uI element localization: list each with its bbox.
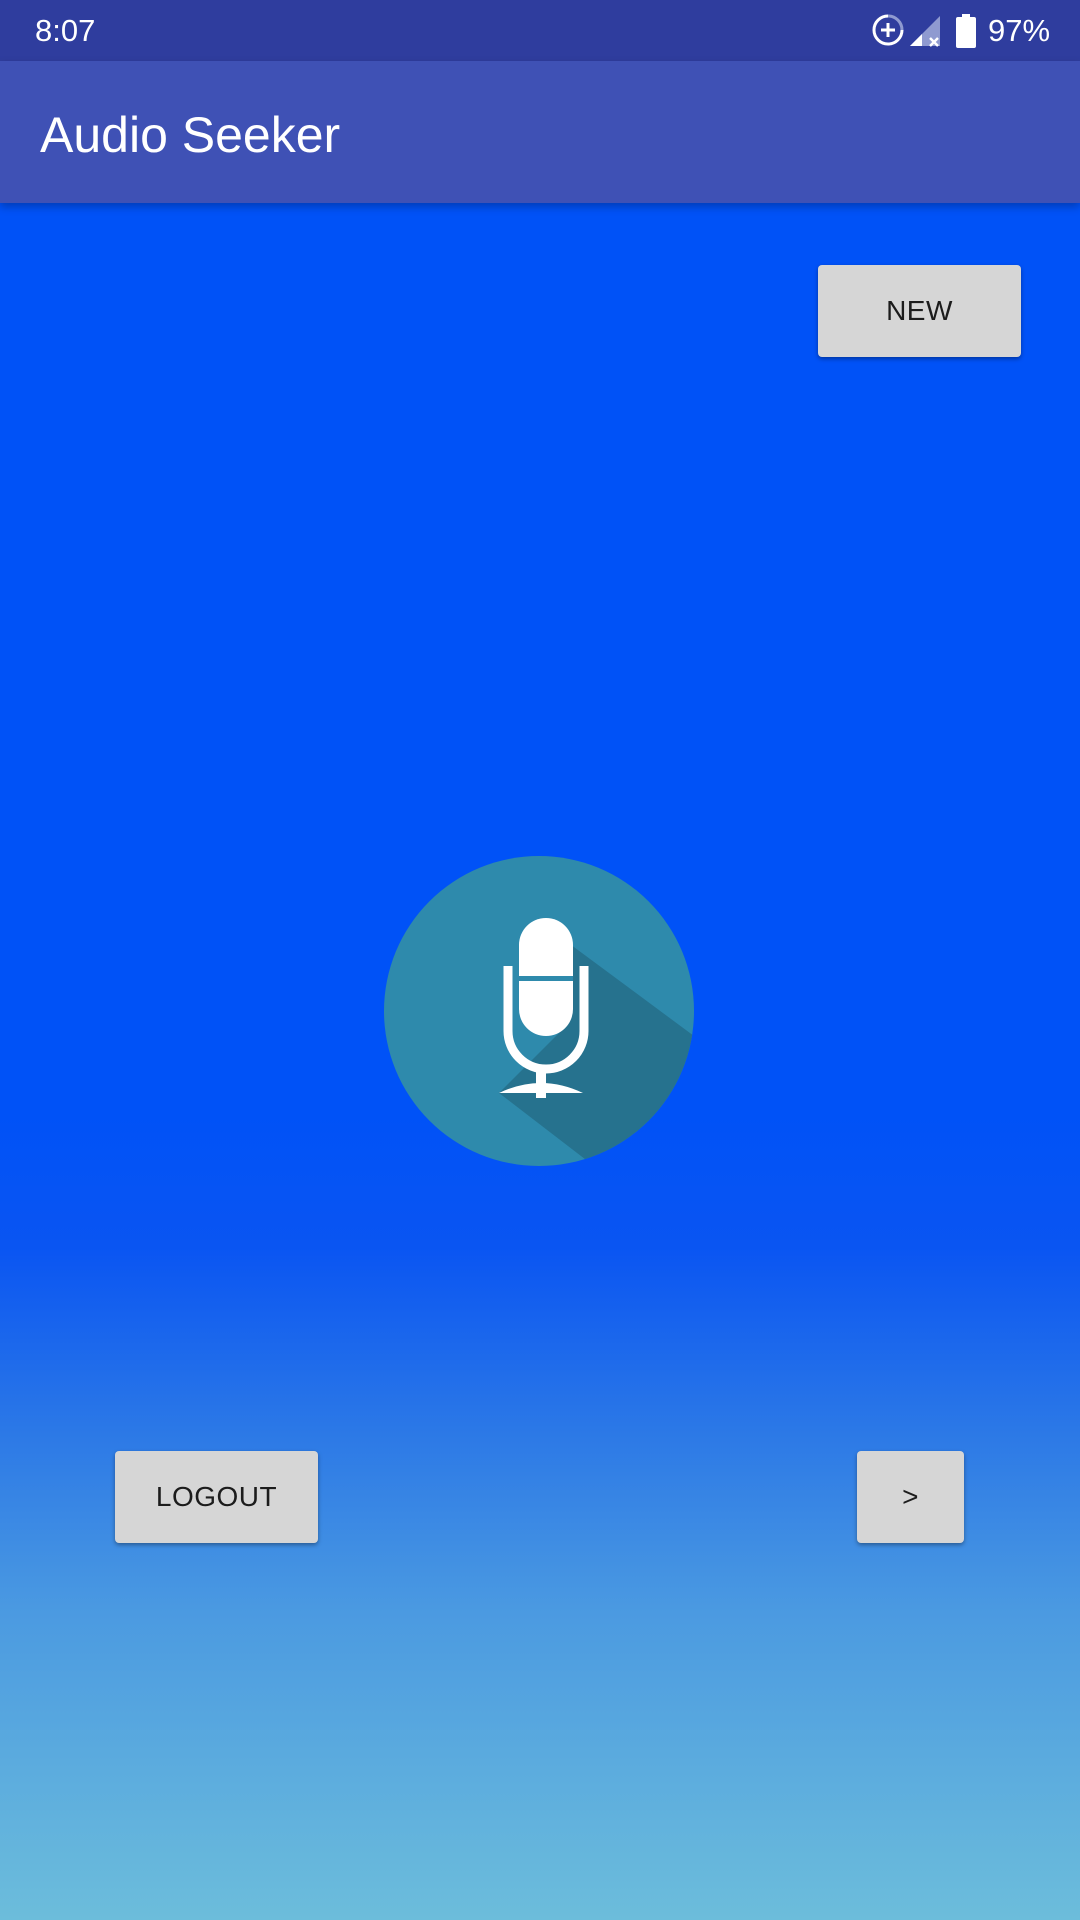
app-title: Audio Seeker <box>40 107 341 163</box>
new-button[interactable]: NEW <box>818 265 1021 357</box>
signal-no-sim-icon <box>910 16 940 47</box>
next-button[interactable]: > <box>857 1451 964 1543</box>
app-screen: 8:07 97% Audio Seeker NEW LOGOUT > <box>0 0 1080 1920</box>
status-time: 8:07 <box>35 13 96 48</box>
logout-button[interactable]: LOGOUT <box>115 1451 318 1543</box>
record-button[interactable] <box>384 856 694 1166</box>
microphone-icon <box>384 856 694 1166</box>
battery-icon <box>956 14 976 48</box>
status-bar: 8:07 97% <box>0 0 1080 61</box>
sync-icon <box>872 14 904 46</box>
app-bar: Audio Seeker <box>0 61 1080 203</box>
battery-percent: 97% <box>988 13 1051 48</box>
